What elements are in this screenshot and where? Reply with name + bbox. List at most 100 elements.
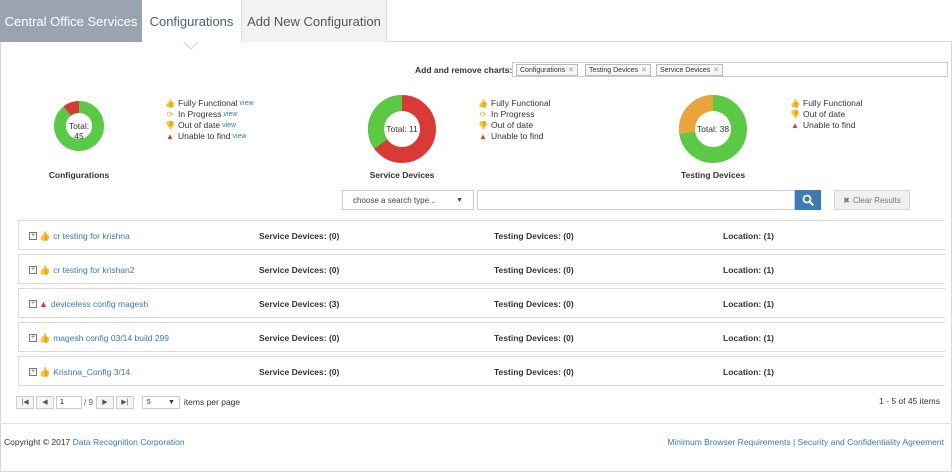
remove-icon[interactable]: ✕ (568, 67, 574, 74)
refresh-icon: ⟳ (166, 110, 174, 119)
table-row[interactable]: + 👍 cr testing for krishna Service Devices… (18, 220, 945, 250)
thumbs-down-icon: 👎 (478, 121, 488, 130)
clear-results-label: Clear Results (852, 195, 901, 205)
chip-testing-devices[interactable]: Testing Devices ✕ (585, 64, 651, 76)
expand-icon[interactable]: + (29, 334, 37, 342)
legend-label: Unable to find (491, 131, 544, 141)
service-devices-count: Service Devices: (0) (259, 333, 340, 343)
legend-label: Fully Functional (178, 98, 238, 108)
thumbs-down-icon: 👎 (165, 121, 175, 130)
donut-center-total: Total: 11 (386, 124, 418, 134)
clear-results-button[interactable]: ✖ Clear Results (834, 190, 910, 210)
chip-label: Testing Devices (589, 67, 639, 74)
location-count: Location: (1) (723, 299, 774, 309)
expand-icon[interactable]: + (29, 368, 37, 376)
tab-bar: Central Office Services Configurations A… (0, 0, 952, 42)
copyright-text: Copyright © 2017 (4, 437, 71, 447)
page-number-input[interactable] (56, 395, 82, 409)
close-icon: ✖ (843, 195, 850, 205)
footer-policy-links[interactable]: Minimum Browser Requirements | Security … (667, 437, 944, 447)
search-type-select[interactable]: choose a search type... ▼ (342, 190, 474, 210)
chip-configurations[interactable]: Configurations ✕ (516, 64, 579, 76)
thumbs-down-icon: 👎 (790, 110, 800, 119)
legend-label: Out of date (178, 120, 221, 130)
legend-item-in-progress: ⟳ In Progress view (165, 109, 254, 120)
config-name-link[interactable]: deviceless config magesh (51, 299, 148, 309)
donut-center-total: Total: 45 (68, 121, 90, 141)
testing-devices-legend: 👍 Fully Functional 👎 Out of date ▲ Unable t… (790, 98, 863, 131)
legend-label: Fully Functional (803, 98, 863, 108)
service-devices-count: Service Devices: (3) (259, 299, 340, 309)
footer-divider (0, 423, 952, 424)
page-total: 9 (88, 397, 93, 407)
chip-label: Service Devices (660, 67, 711, 74)
remove-icon[interactable]: ✕ (641, 67, 647, 74)
refresh-icon: ⟳ (479, 110, 487, 119)
donut-segment-unable-to-find[interactable] (63, 100, 80, 117)
legend-label: In Progress (178, 109, 222, 119)
table-row[interactable]: + 👍 Krishna_Config 3/14 Service Devices: (… (18, 356, 945, 386)
thumbs-up-icon: 👍 (39, 230, 51, 241)
config-name-link[interactable]: magesh config 03/14 build 299 (53, 333, 169, 343)
tab-central-office-services[interactable]: Central Office Services (0, 0, 142, 42)
next-page-button[interactable]: ▶ (95, 395, 114, 409)
location-count: Location: (1) (723, 231, 774, 241)
donut-title-configurations: Configurations (48, 170, 110, 180)
search-input[interactable] (477, 190, 795, 210)
expand-icon[interactable]: + (29, 232, 37, 240)
table-row[interactable]: + 👍 cr testing for krishan2 Service Device… (18, 254, 945, 284)
view-link[interactable]: view (222, 120, 236, 131)
table-row[interactable]: + ▲ deviceless config magesh Service Devic… (18, 288, 945, 318)
warning-icon: ▲ (39, 299, 48, 309)
items-per-page-label: items per page (183, 397, 241, 407)
service-devices-count: Service Devices: (0) (259, 231, 340, 241)
page-of-label: / 9 (84, 397, 93, 407)
page-size-select[interactable]: 5 ▼ (141, 395, 180, 409)
next-page-icon: ▶ (102, 399, 108, 406)
donut-title-testing-devices: Testing Devices (680, 170, 746, 180)
legend-item-fully-functional: 👍 Fully Functional view (165, 98, 254, 109)
page-size-value: 5 (146, 398, 151, 406)
chip-service-devices[interactable]: Service Devices ✕ (656, 64, 724, 76)
config-name-link[interactable]: cr testing for krishan2 (53, 265, 134, 275)
thumbs-up-icon: 👍 (39, 264, 51, 275)
prev-page-icon: ◀ (42, 399, 48, 406)
company-link[interactable]: Data Recognition Corporation (73, 437, 185, 447)
pagination: |◀ ◀ / 9 ▶ ▶| 5▼ items per page (16, 395, 240, 409)
tab-add-new-configuration[interactable]: Add New Configuration (242, 0, 387, 42)
charts-picker-label: Add and remove charts: (415, 65, 513, 75)
view-link[interactable]: view (223, 109, 237, 120)
config-name-link[interactable]: Krishna_Config 3/14 (53, 367, 130, 377)
thumbs-up-icon: 👍 (165, 99, 175, 108)
last-page-button[interactable]: ▶| (115, 395, 134, 409)
view-link[interactable]: view (232, 131, 246, 142)
expand-icon[interactable]: + (29, 300, 37, 308)
caret-down-icon: ▼ (167, 398, 175, 406)
charts-picker-input[interactable]: Configurations ✕ Testing Devices ✕ Service… (512, 62, 948, 77)
thumbs-up-icon: 👍 (478, 99, 488, 108)
testing-devices-count: Testing Devices: (0) (494, 265, 574, 275)
caret-down-icon: ▼ (456, 196, 463, 204)
thumbs-up-icon: 👍 (39, 366, 51, 377)
legend-label: Unable to find (178, 131, 231, 141)
legend-item-unable-to-find: ▲ Unable to find (790, 120, 863, 131)
footer-links: Minimum Browser Requirements | Security … (667, 437, 944, 447)
prev-page-button[interactable]: ◀ (36, 395, 54, 409)
legend-item-fully-functional: 👍 Fully Functional (478, 98, 551, 109)
tab-configurations[interactable]: Configurations (142, 0, 242, 42)
service-devices-count: Service Devices: (0) (259, 265, 340, 275)
warning-icon: ▲ (791, 121, 799, 130)
legend-item-in-progress: ⟳ In Progress (478, 109, 551, 120)
thumbs-up-icon: 👍 (39, 332, 51, 343)
view-link[interactable]: view (240, 98, 254, 109)
expand-icon[interactable]: + (29, 266, 37, 274)
config-name-link[interactable]: cr testing for krishna (53, 231, 130, 241)
remove-icon[interactable]: ✕ (713, 67, 719, 74)
donut-title-service-devices: Service Devices (369, 170, 435, 180)
table-row[interactable]: + 👍 magesh config 03/14 build 299 Service … (18, 322, 945, 352)
testing-devices-count: Testing Devices: (0) (494, 333, 574, 343)
first-page-button[interactable]: |◀ (16, 395, 34, 409)
service-devices-count: Service Devices: (0) (259, 367, 340, 377)
search-button[interactable] (795, 190, 821, 210)
donut-center-total: Total: 38 (696, 124, 730, 134)
